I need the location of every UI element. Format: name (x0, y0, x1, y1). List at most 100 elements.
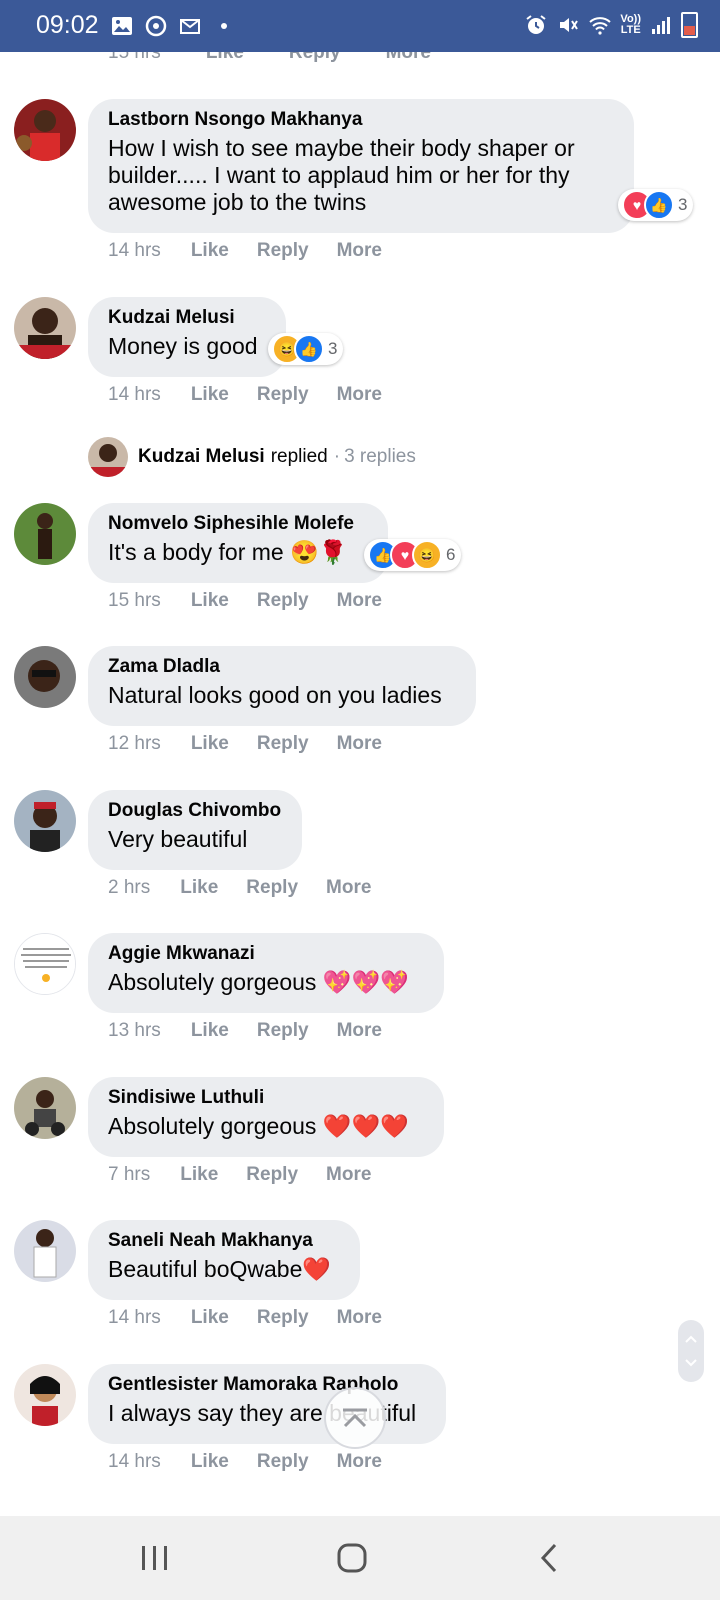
comment-bubble[interactable]: Saneli Neah Makhanya Beautiful boQwabe❤️ (88, 1220, 360, 1300)
status-right-icons: Vo)) LTE (524, 12, 698, 38)
like-button[interactable]: Like (206, 52, 244, 64)
comment-text: Beautiful boQwabe❤️ (108, 1256, 331, 1282)
reply-button[interactable]: Reply (257, 1020, 309, 1042)
reply-button[interactable]: Reply (257, 240, 309, 262)
comment-time: 13 hrs (108, 1020, 161, 1041)
comment-author[interactable]: Sindisiwe Luthuli (108, 1087, 424, 1109)
home-icon[interactable] (336, 1542, 368, 1574)
alarm-icon (526, 15, 547, 34)
comment-bubble[interactable]: Nomvelo Siphesihle Molefe It's a body fo… (88, 503, 388, 583)
avatar[interactable] (14, 503, 76, 565)
more-button[interactable]: More (337, 1307, 382, 1329)
reaction-count: 3 (328, 339, 338, 358)
reply-button[interactable]: Reply (257, 733, 309, 755)
reply-button[interactable]: Reply (257, 1307, 309, 1329)
like-button[interactable]: Like (191, 240, 229, 262)
comment-bubble[interactable]: Kudzai Melusi Money is good (88, 297, 286, 377)
comment-author[interactable]: Aggie Mkwanazi (108, 943, 424, 965)
avatar[interactable] (14, 99, 76, 161)
comment-actions: 14 hrs Like Reply More (108, 240, 410, 262)
comment-bubble[interactable]: Lastborn Nsongo Makhanya How I wish to s… (88, 99, 634, 233)
more-button[interactable]: More (386, 52, 431, 64)
like-button[interactable]: Like (191, 1307, 229, 1329)
reply-button[interactable]: Reply (257, 1451, 309, 1473)
reply-button[interactable]: Reply (257, 384, 309, 406)
like-button[interactable]: Like (191, 590, 229, 612)
comment-text: Natural looks good on you ladies (108, 682, 442, 708)
reaction-count: 3 (678, 195, 688, 214)
reply-button[interactable]: Reply (289, 52, 341, 64)
comment-author[interactable]: Zama Dladla (108, 656, 456, 678)
comment-bubble[interactable]: Gentlesister Mamoraka Rapholo I always s… (88, 1364, 446, 1444)
comment-author[interactable]: Kudzai Melusi (108, 307, 266, 329)
replied-separator: · (333, 446, 341, 467)
view-replies-row[interactable]: Kudzai Melusi replied · 3 replies (88, 437, 416, 477)
recents-icon[interactable] (140, 1544, 170, 1572)
reply-button[interactable]: Reply (246, 1164, 298, 1186)
reaction-summary[interactable]: ♥ 👍 3 (618, 189, 694, 221)
volte-lte-icon: Vo)) LTE (620, 14, 641, 36)
more-button[interactable]: More (326, 1164, 371, 1186)
system-nav-bar (0, 1516, 720, 1600)
more-button[interactable]: More (337, 384, 382, 406)
reaction-count: 6 (446, 545, 456, 564)
dot-icon (221, 23, 227, 29)
reply-button[interactable]: Reply (257, 590, 309, 612)
comment-bubble[interactable]: Zama Dladla Natural looks good on you la… (88, 646, 476, 726)
comment-author[interactable]: Lastborn Nsongo Makhanya (108, 109, 614, 131)
comment-author[interactable]: Saneli Neah Makhanya (108, 1230, 340, 1252)
like-button[interactable]: Like (191, 733, 229, 755)
comment-time: 15 hrs (108, 590, 161, 611)
reply-button[interactable]: Reply (246, 877, 298, 899)
signal-icon (652, 17, 670, 34)
comment-text: It's a body for me 😍🌹 (108, 539, 348, 565)
status-time: 09:02 (36, 11, 99, 39)
comment-bubble[interactable]: Aggie Mkwanazi Absolutely gorgeous 💖💖💖 (88, 933, 444, 1013)
comment-time: 14 hrs (108, 384, 161, 405)
comment-bubble[interactable]: Sindisiwe Luthuli Absolutely gorgeous ❤️… (88, 1077, 444, 1157)
avatar[interactable] (14, 1077, 76, 1139)
comment-text: How I wish to see maybe their body shape… (108, 135, 575, 215)
comment-bubble[interactable]: Douglas Chivombo Very beautiful (88, 790, 302, 870)
like-button[interactable]: Like (191, 384, 229, 406)
comment-text: Absolutely gorgeous 💖💖💖 (108, 969, 409, 995)
like-button[interactable]: Like (191, 1451, 229, 1473)
more-button[interactable]: More (326, 877, 371, 899)
comment-time: 12 hrs (108, 733, 161, 754)
like-button[interactable]: Like (180, 1164, 218, 1186)
avatar[interactable] (14, 297, 76, 359)
chevron-up-icon (343, 1408, 367, 1428)
comment-time: 14 hrs (108, 1451, 161, 1472)
lte-bottom: LTE (620, 24, 641, 36)
comment-author[interactable]: Douglas Chivombo (108, 800, 282, 822)
fast-scroll-handle[interactable] (678, 1320, 704, 1382)
status-left-icons (110, 14, 236, 38)
more-button[interactable]: More (337, 733, 382, 755)
avatar[interactable] (14, 790, 76, 852)
like-button[interactable]: Like (180, 877, 218, 899)
avatar[interactable] (14, 933, 76, 995)
more-button[interactable]: More (337, 1451, 382, 1473)
avatar[interactable] (14, 1220, 76, 1282)
comments-feed[interactable]: 15 hrs Like Reply More Lastborn Nsongo M… (0, 52, 720, 1516)
reaction-summary[interactable]: 😆 👍 3 (268, 333, 344, 365)
comment-time: 15 hrs (108, 52, 161, 63)
back-icon[interactable] (538, 1542, 560, 1574)
reaction-summary[interactable]: 👍 ♥ 😆 6 (364, 539, 462, 571)
comment-text: Very beautiful (108, 826, 248, 852)
more-button[interactable]: More (337, 590, 382, 612)
comment-time: 14 hrs (108, 240, 161, 261)
comment-author[interactable]: Nomvelo Siphesihle Molefe (108, 513, 368, 535)
more-button[interactable]: More (337, 240, 382, 262)
comment-actions: 12 hrs Like Reply More (108, 733, 410, 755)
comment-actions: 14 hrs Like Reply More (108, 384, 410, 406)
avatar[interactable] (14, 1364, 76, 1426)
comment-text: Absolutely gorgeous ❤️❤️❤️ (108, 1113, 409, 1139)
comment-author[interactable]: Gentlesister Mamoraka Rapholo (108, 1374, 426, 1396)
replied-author: Kudzai Melusi (138, 446, 265, 467)
more-button[interactable]: More (337, 1020, 382, 1042)
comment-time: 14 hrs (108, 1307, 161, 1328)
avatar[interactable] (14, 646, 76, 708)
scroll-to-top-button[interactable] (324, 1387, 386, 1449)
like-button[interactable]: Like (191, 1020, 229, 1042)
